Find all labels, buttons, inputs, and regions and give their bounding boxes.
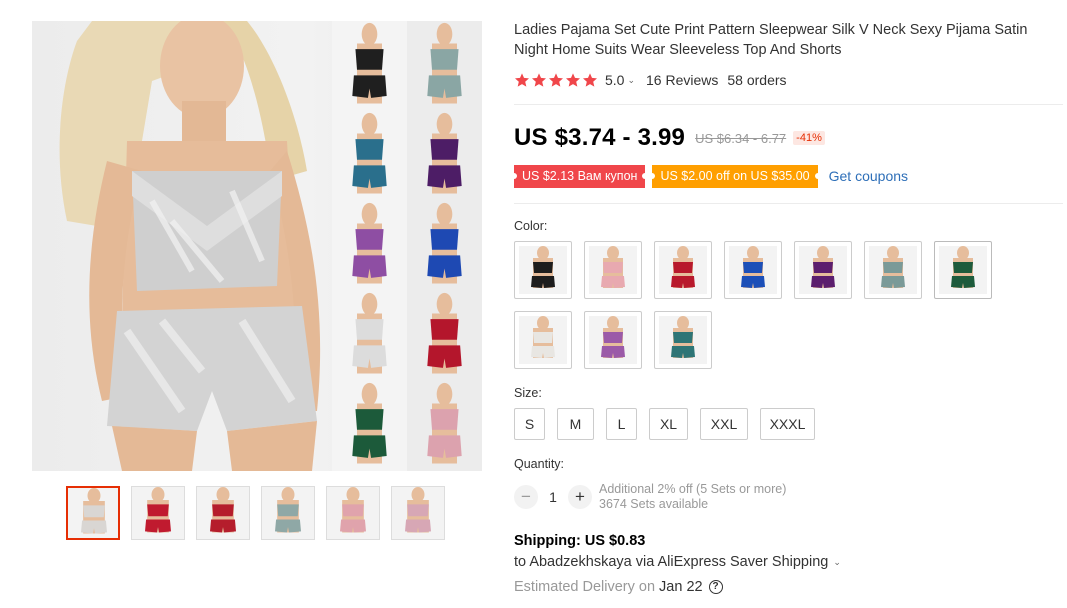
delivery-label: Estimated Delivery on: [514, 579, 656, 595]
thumbnail-1[interactable]: [66, 486, 120, 540]
quantity-decrease-button[interactable]: −: [514, 485, 538, 509]
chevron-down-icon: ⌄: [627, 74, 636, 85]
color-label: Color:: [514, 219, 548, 233]
collage-variant: [332, 111, 407, 201]
size-option-l[interactable]: L: [606, 408, 637, 440]
collage-variant: [332, 381, 407, 471]
orders-count: 58 orders: [727, 72, 787, 88]
color-swatch-6[interactable]: [864, 241, 922, 299]
star-icon: [532, 73, 546, 87]
quantity-input[interactable]: 1: [538, 489, 568, 505]
main-image-art: [59, 21, 482, 471]
divider: [514, 203, 1063, 204]
size-option-m[interactable]: M: [557, 408, 594, 440]
get-coupons-link[interactable]: Get coupons: [829, 168, 908, 184]
color-swatch-4[interactable]: [724, 241, 782, 299]
rating-value[interactable]: 5.0 ⌄: [605, 72, 635, 88]
color-swatch-3[interactable]: [654, 241, 712, 299]
price-row: US $3.74 - 3.99 US $6.34 - 6.77 -41%: [514, 124, 825, 152]
size-label: Size:: [514, 386, 542, 400]
current-price: US $3.74 - 3.99: [514, 124, 686, 151]
collage-variant: [332, 201, 407, 291]
star-icon: [566, 73, 580, 87]
quantity-increase-button[interactable]: +: [568, 485, 592, 509]
rating-stars: [514, 72, 598, 88]
collage-variant: [407, 381, 482, 471]
star-icon: [583, 73, 597, 87]
delivery-date: Jan 22: [659, 579, 703, 595]
quantity-label: Quantity:: [514, 457, 565, 471]
coupon-row: US $2.13 Вам купон US $2.00 off on US $3…: [510, 164, 908, 188]
help-icon[interactable]: ?: [708, 580, 723, 594]
color-swatch-2[interactable]: [584, 241, 642, 299]
collage-variant: [407, 201, 482, 291]
color-swatch-1[interactable]: [514, 241, 572, 299]
quantity-stepper: − 1 + Additional 2% off (5 Sets or more)…: [514, 482, 786, 512]
collage-variant: [332, 21, 407, 111]
color-swatch-9[interactable]: [584, 311, 642, 369]
star-icon: [549, 73, 563, 87]
size-option-xl[interactable]: XL: [649, 408, 688, 440]
reviews-link[interactable]: 16 Reviews: [646, 72, 718, 88]
thumbnail-3[interactable]: [196, 486, 250, 540]
collage-variant: [407, 111, 482, 201]
thumbnail-2[interactable]: [131, 486, 185, 540]
rating-row: 5.0 ⌄ 16 Reviews 58 orders: [514, 70, 787, 90]
shipping-destination[interactable]: to Abadzekhskaya via AliExpress Saver Sh…: [514, 554, 841, 570]
collage-variant: [407, 291, 482, 381]
thumbnail-6[interactable]: [391, 486, 445, 540]
thumbnail-strip: [66, 486, 448, 540]
color-swatch-8[interactable]: [514, 311, 572, 369]
thumbnail-5[interactable]: [326, 486, 380, 540]
thumbnail-4[interactable]: [261, 486, 315, 540]
color-swatch-10[interactable]: [654, 311, 712, 369]
discount-badge: -41%: [793, 131, 825, 145]
available-stock: 3674 Sets available: [599, 497, 709, 511]
collage-variant: [332, 291, 407, 381]
estimated-delivery: Estimated Delivery on Jan 22 ?: [514, 579, 723, 595]
product-title: Ladies Pajama Set Cute Print Pattern Sle…: [514, 22, 1028, 58]
color-swatch-5[interactable]: [794, 241, 852, 299]
shipping-price: Shipping: US $0.83: [514, 533, 646, 549]
collage-variant: [407, 21, 482, 111]
divider: [514, 104, 1063, 105]
bulk-discount-note: Additional 2% off (5 Sets or more): [599, 482, 787, 496]
star-icon: [515, 73, 529, 87]
quantity-info: Additional 2% off (5 Sets or more) 3674 …: [599, 482, 786, 512]
size-option-xxl[interactable]: XXL: [700, 408, 748, 440]
color-swatch-7[interactable]: [934, 241, 992, 299]
platform-coupon[interactable]: US $2.00 off on US $35.00: [649, 164, 821, 188]
size-option-s[interactable]: S: [514, 408, 545, 440]
rating-number: 5.0: [605, 72, 625, 88]
chevron-down-icon[interactable]: ⌄: [833, 557, 841, 568]
shipping-destination-text: to Abadzekhskaya via AliExpress Saver Sh…: [514, 554, 829, 570]
store-coupon[interactable]: US $2.13 Вам купон: [510, 164, 649, 188]
size-option-xxxl[interactable]: XXXL: [760, 408, 815, 440]
original-price: US $6.34 - 6.77: [695, 130, 787, 146]
main-product-image[interactable]: [32, 21, 482, 471]
